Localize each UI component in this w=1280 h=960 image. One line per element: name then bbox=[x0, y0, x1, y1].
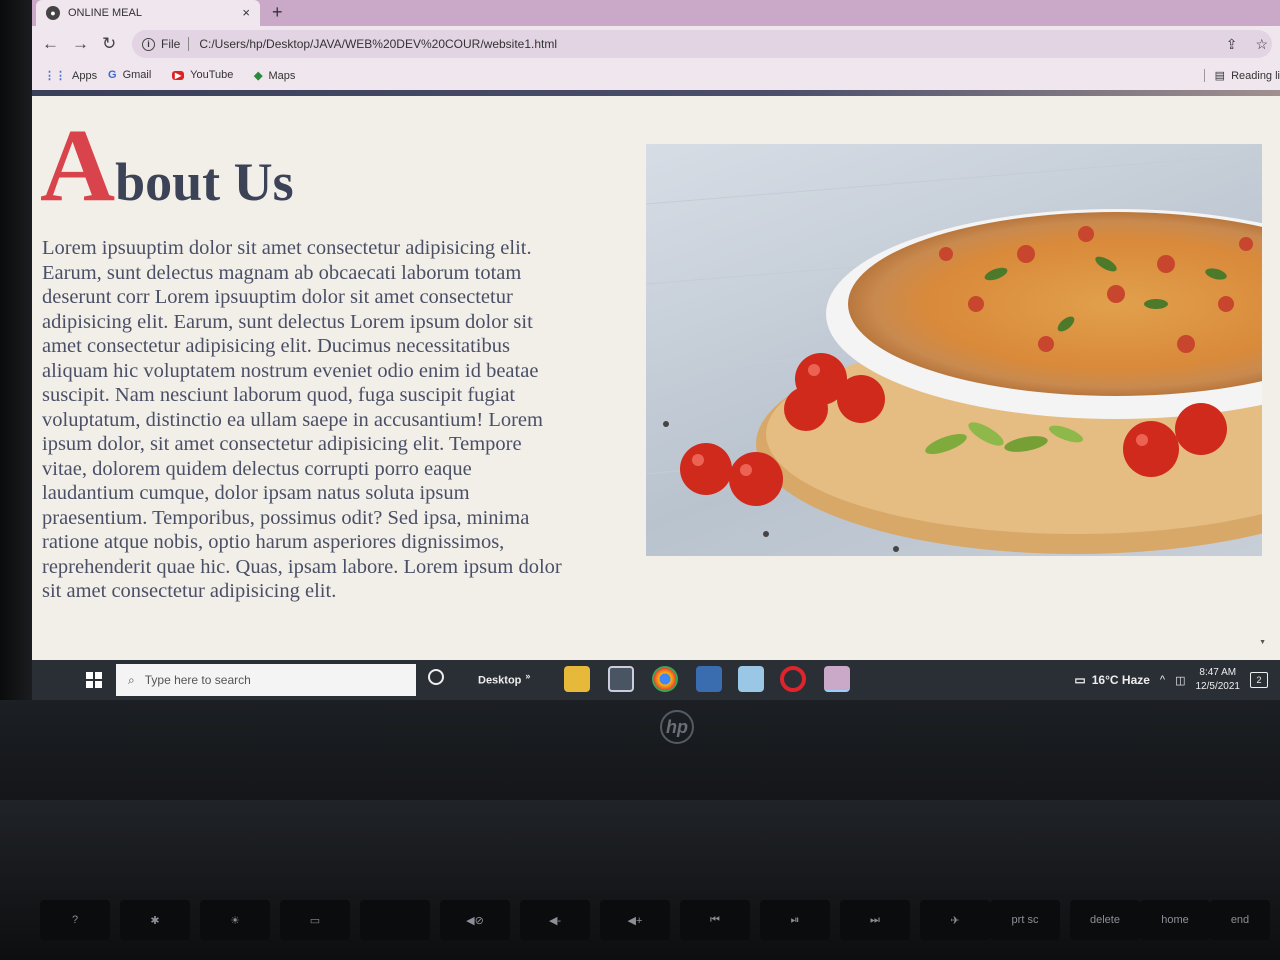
share-icon[interactable]: ⇪ bbox=[1226, 36, 1238, 53]
address-bar[interactable]: i File C:/Users/hp/Desktop/JAVA/WEB%20DE… bbox=[132, 30, 1272, 58]
bookmark-maps[interactable]: ◆ Maps bbox=[254, 69, 295, 83]
key: ☀ bbox=[200, 900, 270, 940]
key-delete: delete bbox=[1070, 900, 1140, 940]
search-icon: ⌕ bbox=[128, 672, 135, 687]
forward-button[interactable]: → bbox=[72, 34, 89, 54]
clock-time: 8:47 AM bbox=[1199, 667, 1237, 678]
key: ◀+ bbox=[600, 900, 670, 940]
about-paragraph: Lorem ipsuuptim dolor sit amet consectet… bbox=[42, 237, 562, 602]
bookmarks-bar: ⋮⋮ Apps G Gmail ▶ YouTube ◆ Maps ▤ Readi… bbox=[32, 62, 1280, 90]
key-home: home bbox=[1140, 900, 1210, 940]
key: ⏭ bbox=[840, 900, 910, 940]
key: ⏮ bbox=[680, 900, 750, 940]
reload-button[interactable]: ↻ bbox=[102, 34, 116, 54]
weather-widget[interactable]: ▭ 16°C Haze bbox=[1074, 673, 1150, 687]
key bbox=[360, 900, 430, 940]
key: ✈ bbox=[920, 900, 990, 940]
windows-taskbar: ⌕ Type here to search Desktop» ▭ 16°C Ha… bbox=[32, 660, 1280, 700]
opera-icon[interactable] bbox=[780, 666, 806, 692]
bookmark-youtube[interactable]: ▶ YouTube bbox=[172, 69, 233, 81]
browser-tab[interactable]: ● ONLINE MEAL × bbox=[36, 0, 260, 26]
google-g-icon: G bbox=[108, 69, 117, 81]
network-icon[interactable]: ◫ bbox=[1175, 674, 1185, 687]
omnibox-divider bbox=[188, 37, 190, 51]
taskbar-search[interactable]: ⌕ Type here to search bbox=[116, 664, 416, 696]
laptop-screen: ● ONLINE MEAL × + ← → ↻ i File C:/Users/… bbox=[32, 0, 1280, 700]
pizza-image bbox=[646, 144, 1262, 556]
tab-title: ONLINE MEAL bbox=[68, 7, 142, 19]
bookmark-star-icon[interactable]: ☆ bbox=[1255, 36, 1268, 53]
key-prtsc: prt sc bbox=[990, 900, 1060, 940]
globe-icon: ● bbox=[46, 6, 60, 20]
laptop-hinge bbox=[0, 700, 1280, 800]
info-icon[interactable]: i bbox=[142, 37, 155, 51]
notification-icon[interactable]: 2 bbox=[1250, 672, 1268, 688]
maps-icon: ◆ bbox=[254, 70, 263, 82]
key: ◀- bbox=[520, 900, 590, 940]
key: ✱ bbox=[120, 900, 190, 940]
bookmark-apps[interactable]: ⋮⋮ Apps bbox=[44, 69, 97, 83]
desktop-toolbar[interactable]: Desktop» bbox=[478, 671, 530, 687]
title-initial: A bbox=[40, 108, 116, 223]
clock[interactable]: 8:47 AM 12/5/2021 bbox=[1196, 666, 1241, 694]
tab-strip: ● ONLINE MEAL × + bbox=[32, 0, 1280, 26]
chevron-up-icon[interactable]: ^ bbox=[1160, 674, 1165, 686]
page-title: About Us bbox=[40, 114, 294, 218]
function-key-row: ? ✱ ☀ ▭ ◀⊘ ◀- ◀+ ⏮ ⏯ ⏭ ✈ prt sc delete h… bbox=[30, 900, 1280, 946]
scroll-down-arrow[interactable]: ▼ bbox=[1259, 639, 1266, 646]
key: ◀⊘ bbox=[440, 900, 510, 940]
reading-list[interactable]: ▤ Reading li bbox=[1203, 69, 1280, 82]
key: ▭ bbox=[280, 900, 350, 940]
search-placeholder: Type here to search bbox=[144, 673, 251, 687]
reading-list-icon: ▤ bbox=[1214, 70, 1226, 82]
key: ⏯ bbox=[760, 900, 830, 940]
back-button[interactable]: ← bbox=[42, 34, 59, 54]
bookmark-gmail[interactable]: G Gmail bbox=[108, 69, 151, 81]
browser-toolbar: ← → ↻ i File C:/Users/hp/Desktop/JAVA/WE… bbox=[32, 26, 1280, 62]
windows-logo-icon bbox=[86, 672, 102, 688]
clock-date: 12/5/2021 bbox=[1195, 681, 1241, 692]
close-tab-icon[interactable]: × bbox=[242, 5, 250, 20]
cortana-icon[interactable] bbox=[428, 669, 444, 685]
apps-grid-icon: ⋮⋮ bbox=[44, 70, 66, 82]
weather-icon: ▭ bbox=[1074, 673, 1086, 687]
start-button[interactable] bbox=[72, 664, 116, 696]
key-end: end bbox=[1210, 900, 1270, 940]
app-icon[interactable] bbox=[696, 666, 722, 692]
new-tab-button[interactable]: + bbox=[272, 2, 283, 23]
key: ? bbox=[40, 900, 110, 940]
system-tray: ▭ 16°C Haze ^ ◫ 8:47 AM 12/5/2021 2 bbox=[1074, 660, 1280, 700]
web-page: About Us Lorem ipsuuptim dolor sit amet … bbox=[32, 96, 1280, 660]
chrome-icon[interactable] bbox=[652, 666, 678, 692]
desktop-chevron: » bbox=[525, 671, 531, 681]
file-explorer-icon[interactable] bbox=[564, 666, 590, 692]
notes-app-icon[interactable] bbox=[738, 666, 764, 692]
youtube-icon: ▶ bbox=[172, 70, 185, 80]
title-rest: bout Us bbox=[115, 152, 294, 212]
url-scheme: File bbox=[161, 37, 181, 51]
chrome-active-icon[interactable] bbox=[824, 666, 850, 692]
hp-logo: hp bbox=[660, 710, 694, 744]
url-text[interactable]: C:/Users/hp/Desktop/JAVA/WEB%20DEV%20COU… bbox=[199, 37, 557, 51]
window-app-icon[interactable] bbox=[608, 666, 634, 692]
